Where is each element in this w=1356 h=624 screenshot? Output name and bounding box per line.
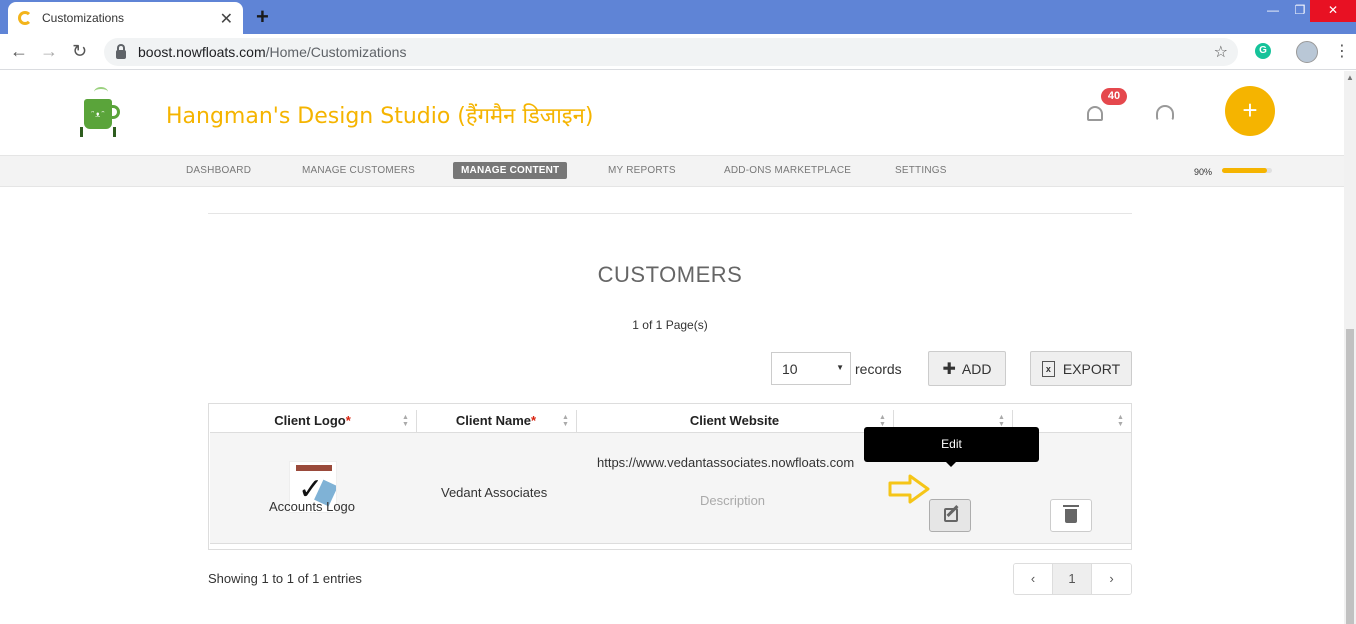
- headset-support-icon[interactable]: [1154, 103, 1176, 123]
- logo-legs: [80, 127, 116, 137]
- browser-menu-icon[interactable]: ⋮: [1334, 41, 1350, 61]
- scrollbar-thumb[interactable]: [1346, 329, 1354, 624]
- back-arrow-icon[interactable]: ←: [10, 41, 28, 62]
- sort-icon[interactable]: ▲ ▼: [998, 414, 1005, 428]
- sort-icon[interactable]: ▲ ▼: [879, 414, 886, 428]
- tab-title: Customizations: [42, 11, 125, 25]
- page-scrollbar[interactable]: ▲: [1344, 71, 1356, 624]
- header-client-website[interactable]: Client Website: [576, 410, 893, 432]
- grammarly-extension-icon[interactable]: G: [1255, 43, 1271, 59]
- sort-icon[interactable]: ▲ ▼: [1117, 414, 1124, 428]
- nav-dashboard[interactable]: DASHBOARD: [186, 165, 251, 176]
- quick-add-button[interactable]: +: [1225, 86, 1275, 136]
- pager-prev-button[interactable]: ‹: [1014, 564, 1053, 594]
- page-total: 1: [655, 318, 663, 332]
- nav-addons-marketplace[interactable]: ADD-ONS MARKETPLACE: [724, 165, 851, 176]
- header-client-name[interactable]: Client Name*: [416, 410, 576, 432]
- address-bar[interactable]: boost.nowfloats.com/Home/Customizations …: [104, 38, 1238, 66]
- new-tab-icon[interactable]: +: [256, 4, 269, 30]
- edit-button[interactable]: [929, 499, 971, 532]
- header-client-website-label: Client Website: [689, 413, 780, 428]
- edit-tooltip: Edit: [864, 427, 1039, 462]
- customers-table: Client Logo* ▲ ▼ Client Name* ▲ ▼ Client W…: [208, 403, 1132, 550]
- edit-pencil-icon: [944, 508, 958, 522]
- tooltip-caret: [945, 461, 957, 467]
- nav-my-reports[interactable]: MY REPORTS: [608, 165, 676, 176]
- pointer-arrow-icon: [888, 474, 930, 504]
- records-per-page-select[interactable]: 10 ▼: [771, 352, 851, 385]
- dropdown-caret-icon: ▼: [836, 363, 844, 372]
- logo-steam: [94, 87, 108, 97]
- logo-mug-handle: [110, 105, 120, 119]
- export-button[interactable]: x EXPORT: [1030, 351, 1132, 386]
- browser-tab-strip: Customizations ✕ + — ❐ ✕: [0, 0, 1356, 34]
- nav-settings[interactable]: SETTINGS: [895, 165, 947, 176]
- business-logo[interactable]: ᵔᴥᵔ: [66, 85, 134, 143]
- url-host: boost.nowfloats.com: [138, 44, 266, 60]
- pager-page-1[interactable]: 1: [1053, 564, 1092, 594]
- scroll-up-arrow-icon[interactable]: ▲: [1346, 73, 1354, 82]
- nav-manage-customers[interactable]: MANAGE CUSTOMERS: [302, 165, 415, 176]
- tab-close-icon[interactable]: ✕: [220, 9, 233, 29]
- app-header: ᵔᴥᵔ Hangman's Design Studio (हैंगमैन डिज…: [0, 71, 1344, 155]
- profile-progress-bar: [1222, 168, 1272, 173]
- add-customer-button[interactable]: ✚ ADD: [928, 351, 1006, 386]
- notification-bell-icon[interactable]: [1086, 104, 1104, 122]
- page-count: 1 of 1 Page(s): [0, 318, 1340, 332]
- window-close-icon[interactable]: ✕: [1310, 0, 1356, 22]
- page-of: of: [642, 318, 653, 332]
- client-website: https://www.vedantassociates.nowfloats.c…: [597, 455, 855, 470]
- sort-icon[interactable]: ▲ ▼: [402, 414, 409, 428]
- page-current: 1: [632, 318, 639, 332]
- bookmark-star-icon[interactable]: ☆: [1214, 42, 1228, 62]
- client-description: Description: [700, 493, 766, 508]
- client-logo-label: Accounts Logo: [269, 499, 356, 514]
- page-title: CUSTOMERS: [597, 262, 743, 287]
- nav-manage-content[interactable]: MANAGE CONTENT: [453, 162, 568, 179]
- header-client-logo[interactable]: Client Logo*: [209, 410, 416, 432]
- client-name: Vedant Associates: [441, 485, 548, 500]
- notification-badge: 40: [1101, 88, 1127, 105]
- sort-icon[interactable]: ▲ ▼: [562, 414, 569, 428]
- browser-tab[interactable]: Customizations ✕: [8, 2, 243, 34]
- browser-toolbar: ← → ↻ boost.nowfloats.com/Home/Customiza…: [0, 34, 1356, 70]
- section-divider: [208, 213, 1132, 214]
- plus-icon: ✚: [942, 360, 956, 378]
- required-mark: *: [531, 413, 537, 428]
- entries-summary: Showing 1 to 1 of 1 entries: [208, 571, 362, 586]
- trash-icon: [1063, 505, 1079, 523]
- page-suffix: Page(s): [665, 318, 708, 332]
- delete-button[interactable]: [1050, 499, 1092, 532]
- forward-arrow-icon[interactable]: →: [40, 41, 58, 62]
- header-client-logo-label: Client Logo: [274, 413, 346, 428]
- thumbnail-banner: [296, 465, 332, 471]
- logo-face: ᵔᴥᵔ: [90, 110, 106, 120]
- pager-next-button[interactable]: ›: [1092, 564, 1131, 594]
- window-minimize-icon[interactable]: —: [1258, 0, 1288, 22]
- business-name: Hangman's Design Studio (हैंगमैन डिजाइन): [166, 104, 594, 129]
- export-button-label: EXPORT: [1062, 360, 1121, 377]
- excel-file-icon: x: [1041, 360, 1055, 377]
- lock-icon: [116, 43, 126, 59]
- header-client-name-label: Client Name: [455, 413, 532, 428]
- profile-progress-label: 90%: [1194, 167, 1213, 177]
- reload-icon[interactable]: ↻: [72, 41, 87, 62]
- add-button-label: ADD: [961, 360, 992, 377]
- profile-progress-fill: [1222, 168, 1267, 173]
- profile-avatar[interactable]: [1296, 41, 1318, 63]
- site-favicon-icon: [18, 11, 32, 25]
- main-nav: DASHBOARD MANAGE CUSTOMERS MANAGE CONTEN…: [0, 155, 1344, 187]
- url-path: /Home/Customizations: [265, 44, 407, 60]
- records-per-page-value: 10: [782, 361, 798, 377]
- pagination: ‹ 1 ›: [1013, 563, 1132, 595]
- records-label: records: [855, 361, 902, 377]
- required-mark: *: [345, 413, 351, 428]
